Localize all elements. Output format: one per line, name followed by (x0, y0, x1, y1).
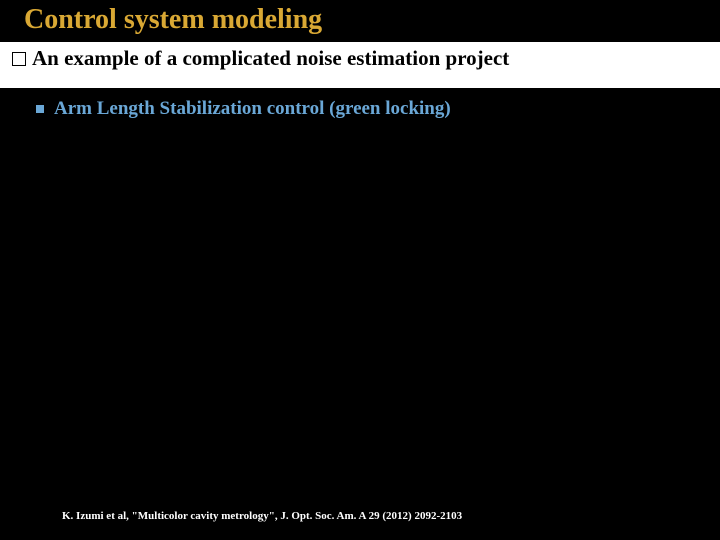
square-bullet-icon (12, 52, 26, 66)
title-bar: Control system modeling (0, 0, 720, 42)
sub-heading-text: Arm Length Stabilization control (green … (54, 98, 451, 120)
slide-title: Control system modeling (24, 4, 696, 36)
sub-bullet-icon (36, 105, 44, 113)
heading-row: An example of a complicated noise estima… (12, 46, 708, 71)
heading-text: An example of a complicated noise estima… (32, 46, 509, 71)
citation-text: K. Izumi et al, "Multicolor cavity metro… (62, 510, 462, 522)
content-strip: An example of a complicated noise estima… (0, 42, 720, 88)
sub-bullet-row: Arm Length Stabilization control (green … (0, 88, 720, 120)
